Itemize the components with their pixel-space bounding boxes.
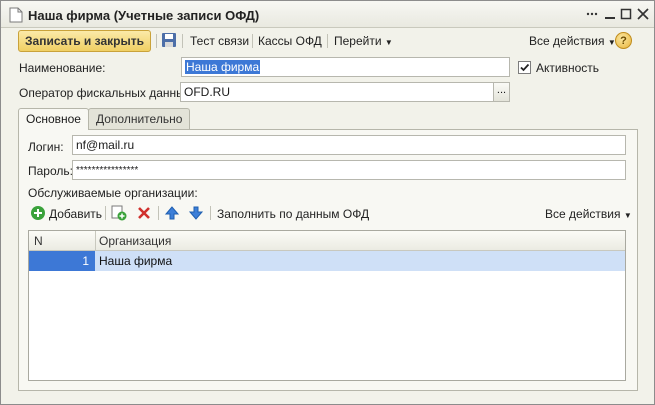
all-actions-label: Все действия [529, 34, 605, 48]
column-header-organization[interactable]: Организация [99, 234, 171, 248]
title-bar: Наша фирма (Учетные записи ОФД) [1, 1, 654, 28]
chevron-down-icon: ▼ [623, 211, 632, 220]
chevron-down-icon: ▼ [384, 38, 393, 47]
login-field[interactable]: nf@mail.ru [72, 135, 626, 155]
fill-from-ofd-button[interactable]: Заполнить по данным ОФД [217, 207, 369, 221]
tab-additional[interactable]: Дополнительно [88, 108, 191, 129]
toolbar-divider [156, 34, 157, 48]
table-all-actions-label: Все действия [545, 207, 621, 221]
goto-menu[interactable]: Перейти ▼ [334, 34, 393, 48]
help-icon[interactable]: ? [615, 32, 632, 49]
tab-main[interactable]: Основное [18, 108, 89, 130]
goto-label: Перейти [334, 34, 382, 48]
column-header-n[interactable]: N [34, 234, 43, 248]
column-divider [95, 231, 96, 251]
active-label: Активность [536, 61, 600, 75]
ofd-registers-button[interactable]: Кассы ОФД [258, 34, 322, 48]
toolbar-divider [182, 34, 183, 48]
document-icon [9, 7, 23, 23]
name-value: Наша фирма [185, 60, 261, 74]
maximize-icon[interactable] [618, 6, 634, 22]
minimize-icon[interactable] [602, 6, 618, 22]
save-icon[interactable] [161, 32, 177, 48]
active-checkbox[interactable] [518, 61, 531, 74]
table-header: N Организация [29, 231, 625, 251]
name-field[interactable]: Наша фирма [181, 57, 510, 77]
save-and-close-button[interactable]: Записать и закрыть [18, 30, 151, 52]
window-title: Наша фирма (Учетные записи ОФД) [28, 8, 260, 23]
toolbar-divider [158, 206, 159, 220]
orgs-label: Обслуживаемые организации: [28, 186, 198, 200]
operator-label: Оператор фискальных данных: [19, 86, 195, 100]
main-toolbar: Записать и закрыть Тест связи Кассы ОФД … [1, 29, 654, 53]
move-up-icon[interactable] [164, 205, 180, 221]
operator-select-button[interactable]: ... [493, 82, 510, 102]
table-all-actions-menu[interactable]: Все действия ▼ [545, 207, 632, 221]
table-row[interactable]: 1 Наша фирма [29, 251, 625, 271]
password-field[interactable]: **************** [72, 160, 626, 180]
row-number: 1 [29, 251, 95, 271]
add-button[interactable]: Добавить [49, 207, 102, 221]
name-label: Наименование: [19, 61, 106, 75]
copy-add-icon[interactable] [111, 205, 127, 221]
record-window: Наша фирма (Учетные записи ОФД) Записать… [0, 0, 655, 405]
all-actions-menu[interactable]: Все действия ▼ [529, 34, 616, 48]
operator-field[interactable]: OFD.RU [180, 82, 494, 102]
close-icon[interactable] [635, 6, 651, 22]
toolbar-divider [105, 206, 106, 220]
toolbar-divider [252, 34, 253, 48]
move-down-icon[interactable] [188, 205, 204, 221]
organizations-table[interactable]: N Организация 1 Наша фирма [28, 230, 626, 381]
more-icon[interactable] [584, 6, 600, 22]
toolbar-divider [327, 34, 328, 48]
delete-icon[interactable] [136, 205, 152, 221]
login-label: Логин: [28, 140, 64, 154]
test-connection-button[interactable]: Тест связи [190, 34, 249, 48]
toolbar-divider [210, 206, 211, 220]
add-icon[interactable] [30, 205, 46, 221]
password-label: Пароль: [28, 164, 73, 178]
checkmark-icon [520, 63, 530, 72]
row-organization: Наша фирма [99, 254, 173, 268]
